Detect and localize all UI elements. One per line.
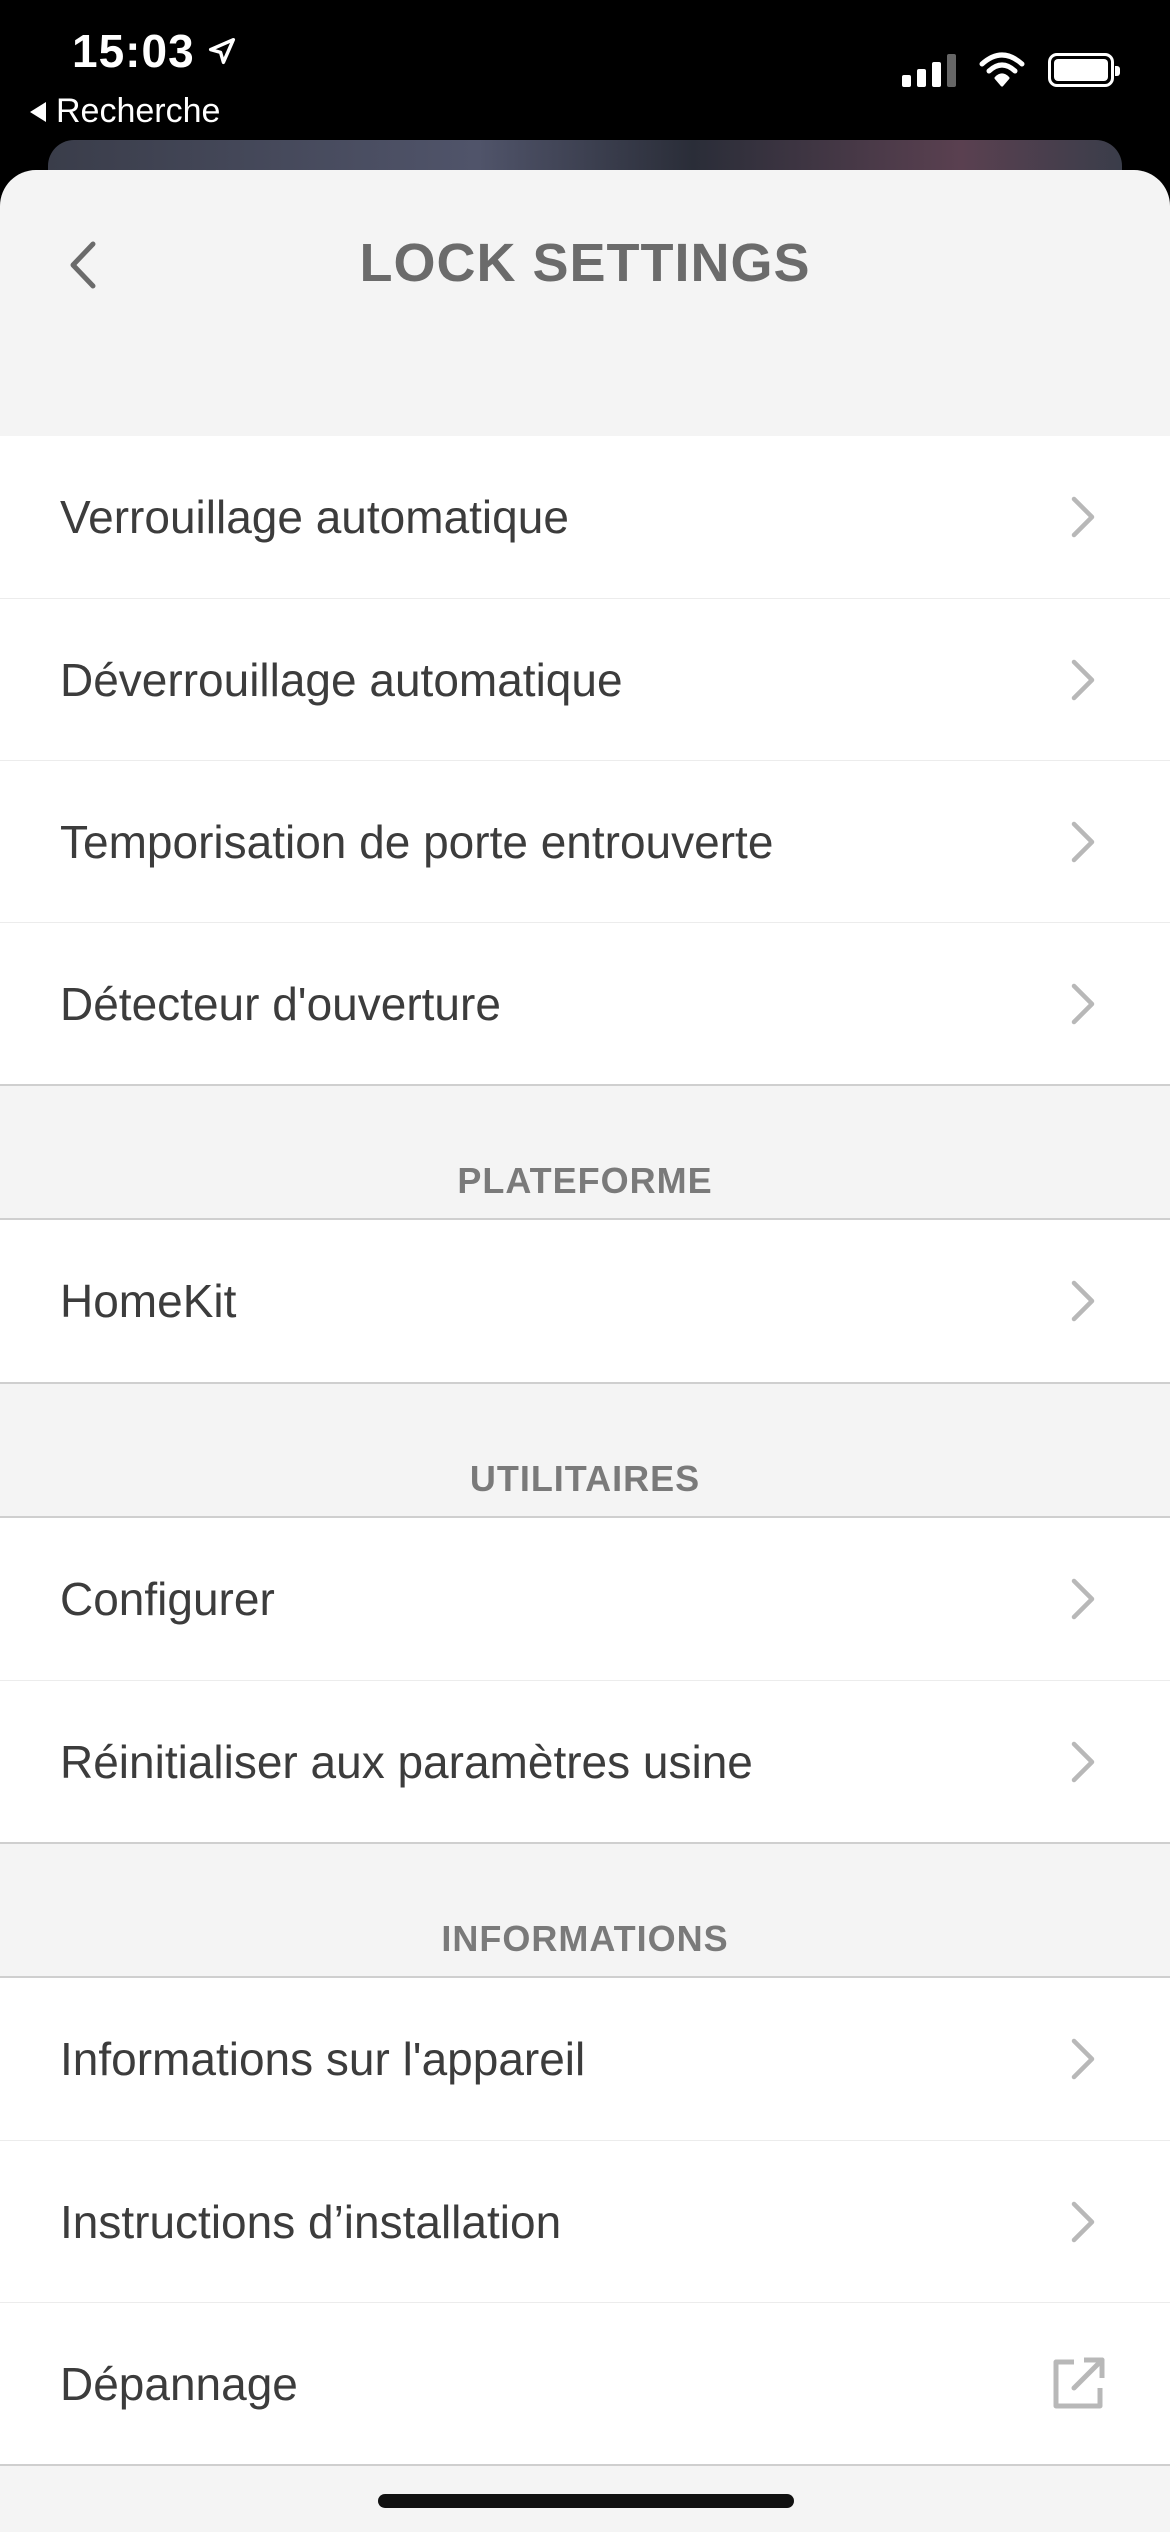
row-instructions-installation[interactable]: Instructions d’installation — [0, 2140, 1170, 2302]
cellular-signal-icon — [902, 53, 956, 87]
chevron-right-icon — [1071, 496, 1095, 538]
row-deverrouillage-automatique[interactable]: Déverrouillage automatique — [0, 598, 1170, 760]
chevron-right-icon — [1071, 1741, 1095, 1782]
chevron-right-icon — [1071, 2201, 1095, 2242]
nav-header: LOCK SETTINGS — [0, 170, 1170, 436]
row-temporisation-porte[interactable]: Temporisation de porte entrouverte — [0, 760, 1170, 922]
section-header-utilitaires: UTILITAIRES — [469, 1458, 701, 1499]
row-informations-appareil[interactable]: Informations sur l'appareil — [0, 1978, 1170, 2140]
chevron-right-icon — [1071, 983, 1095, 1024]
row-label: Temporisation de porte entrouverte — [60, 815, 774, 868]
back-to-app-button[interactable]: Recherche — [30, 92, 220, 131]
wifi-icon — [979, 52, 1025, 87]
status-time: 15:03 — [72, 25, 195, 77]
back-triangle-icon — [30, 101, 46, 122]
chevron-right-icon — [1071, 1578, 1095, 1620]
row-configurer[interactable]: Configurer — [0, 1518, 1170, 1680]
settings-group-plateforme: HomeKit — [0, 1218, 1170, 1384]
row-label: Détecteur d'ouverture — [60, 977, 501, 1030]
section-header-plateforme: PLATEFORME — [457, 1160, 713, 1201]
row-detecteur-ouverture[interactable]: Détecteur d'ouverture — [0, 922, 1170, 1084]
chevron-right-icon — [1071, 1280, 1095, 1322]
settings-group-informations: Informations sur l'appareil Instructions… — [0, 1976, 1170, 2466]
row-homekit[interactable]: HomeKit — [0, 1220, 1170, 1382]
settings-group-lock: Verrouillage automatique Déverrouillage … — [0, 436, 1170, 1086]
row-label: Déverrouillage automatique — [60, 653, 623, 706]
row-label: Verrouillage automatique — [60, 491, 569, 543]
chevron-right-icon — [1071, 821, 1095, 862]
chevron-right-icon — [1071, 659, 1095, 700]
back-to-app-label: Recherche — [56, 92, 221, 130]
row-label: HomeKit — [60, 1275, 237, 1327]
location-arrow-icon — [208, 37, 235, 65]
section-header-informations: INFORMATIONS — [441, 1918, 729, 1959]
row-label: Dépannage — [60, 2357, 298, 2410]
row-depannage[interactable]: Dépannage — [0, 2302, 1170, 2464]
battery-icon — [1048, 53, 1120, 87]
row-label: Informations sur l'appareil — [60, 2033, 586, 2085]
row-reinitialiser[interactable]: Réinitialiser aux paramètres usine — [0, 1680, 1170, 1842]
home-indicator[interactable] — [378, 2494, 794, 2508]
status-time-wrap: 15:03 — [72, 24, 239, 78]
page-title: LOCK SETTINGS — [359, 233, 811, 293]
row-label: Réinitialiser aux paramètres usine — [60, 1735, 753, 1788]
row-label: Configurer — [60, 1573, 275, 1625]
lock-settings-sheet: LOCK SETTINGS Verrouillage automatique D… — [0, 170, 1170, 2532]
status-icons — [902, 52, 1120, 88]
row-verrouillage-automatique[interactable]: Verrouillage automatique — [0, 436, 1170, 598]
external-link-icon — [1053, 2357, 1105, 2408]
chevron-right-icon — [1071, 2038, 1095, 2080]
settings-group-utilitaires: Configurer Réinitialiser aux paramètres … — [0, 1516, 1170, 1844]
row-label: Instructions d’installation — [60, 2195, 562, 2248]
